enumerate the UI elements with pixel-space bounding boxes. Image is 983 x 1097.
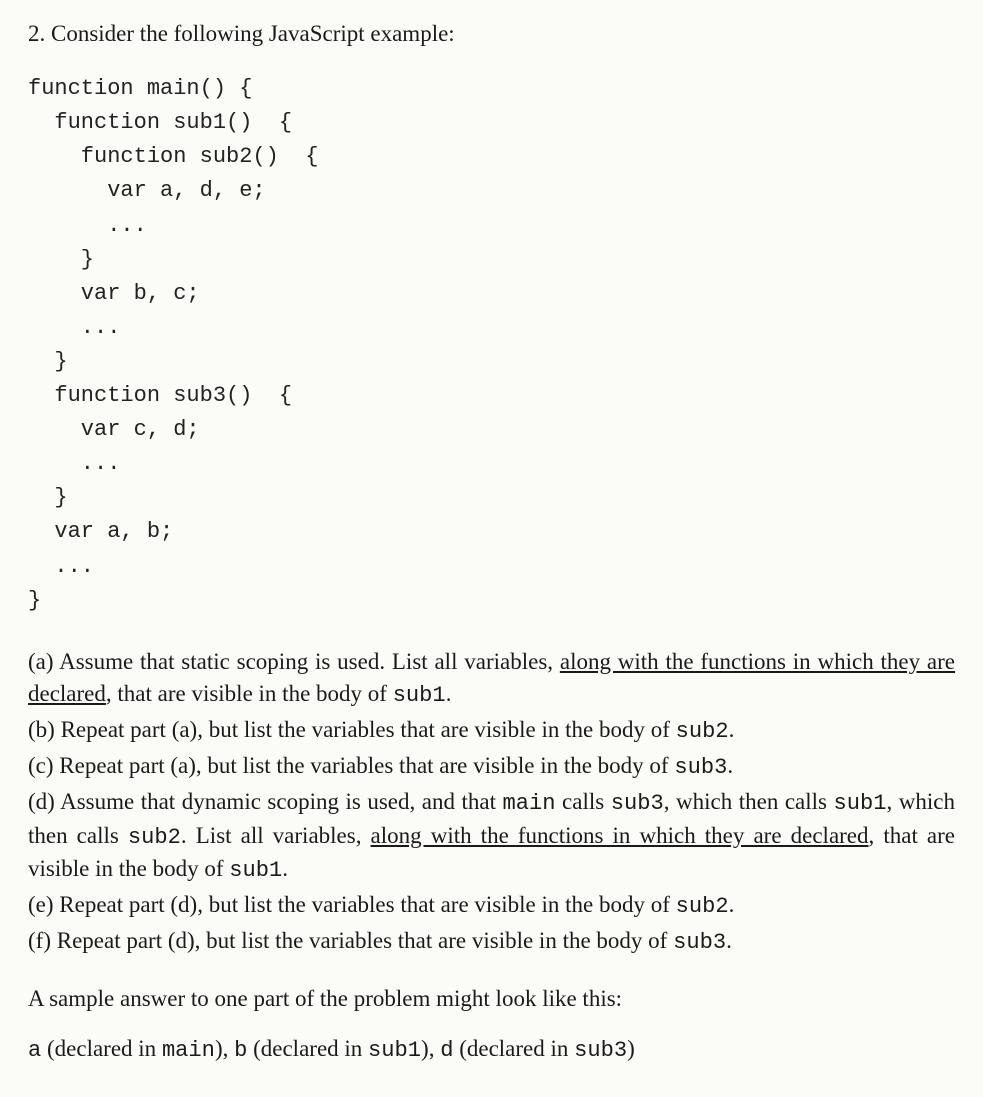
code-ref: sub3 bbox=[611, 791, 664, 816]
text: Assume that dynamic scoping is used, and… bbox=[60, 789, 502, 814]
var-ref: d bbox=[440, 1038, 453, 1063]
text: (declared in bbox=[453, 1036, 574, 1061]
code-ref: main bbox=[503, 791, 556, 816]
part-b: (b) Repeat part (a), but list the variab… bbox=[28, 714, 955, 748]
code-block: function main() { function sub1() { func… bbox=[28, 72, 955, 618]
sample-answer: a (declared in main), b (declared in sub… bbox=[28, 1033, 955, 1067]
text: ), bbox=[421, 1036, 440, 1061]
text: Repeat part (a), but list the variables … bbox=[61, 717, 676, 742]
code-ref: sub3 bbox=[574, 1038, 627, 1063]
part-d: (d) Assume that dynamic scoping is used,… bbox=[28, 786, 955, 888]
text: . bbox=[446, 681, 452, 706]
part-f: (f) Repeat part (d), but list the variab… bbox=[28, 925, 955, 959]
text: ) bbox=[627, 1036, 635, 1061]
intro-text: Consider the following JavaScript exampl… bbox=[51, 21, 455, 46]
text: ), bbox=[215, 1036, 234, 1061]
text: . bbox=[282, 856, 288, 881]
text: (declared in bbox=[247, 1036, 368, 1061]
question-intro: 2. Consider the following JavaScript exa… bbox=[28, 18, 955, 50]
code-ref: sub3 bbox=[674, 755, 727, 780]
part-label: (f) bbox=[28, 928, 51, 953]
text: . bbox=[726, 928, 732, 953]
part-label: (d) bbox=[28, 789, 55, 814]
code-ref: sub1 bbox=[834, 791, 887, 816]
code-ref: sub2 bbox=[128, 825, 181, 850]
parts: (a) Assume that static scoping is used. … bbox=[28, 646, 955, 959]
code-ref: sub2 bbox=[676, 719, 729, 744]
text: . bbox=[727, 753, 733, 778]
text: calls bbox=[556, 789, 611, 814]
part-c: (c) Repeat part (a), but list the variab… bbox=[28, 750, 955, 784]
part-label: (c) bbox=[28, 753, 54, 778]
text: , which then calls bbox=[664, 789, 834, 814]
text: , that are visible in the body of bbox=[106, 681, 393, 706]
code-ref: sub3 bbox=[673, 930, 726, 955]
part-a: (a) Assume that static scoping is used. … bbox=[28, 646, 955, 712]
text: Repeat part (d), but list the variables … bbox=[57, 928, 673, 953]
text: (declared in bbox=[41, 1036, 162, 1061]
text: Assume that static scoping is used. List… bbox=[59, 649, 560, 674]
underline: along with the functions in which they a… bbox=[371, 823, 869, 848]
text: Repeat part (d), but list the variables … bbox=[59, 892, 675, 917]
var-ref: b bbox=[234, 1038, 247, 1063]
sample-intro: A sample answer to one part of the probl… bbox=[28, 983, 955, 1015]
code-ref: main bbox=[162, 1038, 215, 1063]
code-ref: sub1 bbox=[229, 858, 282, 883]
code-ref: sub2 bbox=[676, 894, 729, 919]
part-e: (e) Repeat part (d), but list the variab… bbox=[28, 889, 955, 923]
text: . bbox=[729, 717, 735, 742]
document-page: 2. Consider the following JavaScript exa… bbox=[0, 0, 983, 1097]
part-label: (e) bbox=[28, 892, 54, 917]
var-ref: a bbox=[28, 1038, 41, 1063]
text: Repeat part (a), but list the variables … bbox=[59, 753, 674, 778]
code-ref: sub1 bbox=[393, 683, 446, 708]
text: . bbox=[729, 892, 735, 917]
code-ref: sub1 bbox=[368, 1038, 421, 1063]
part-label: (a) bbox=[28, 649, 54, 674]
part-label: (b) bbox=[28, 717, 55, 742]
text: . List all variables, bbox=[181, 823, 371, 848]
question-number: 2. bbox=[28, 21, 45, 46]
